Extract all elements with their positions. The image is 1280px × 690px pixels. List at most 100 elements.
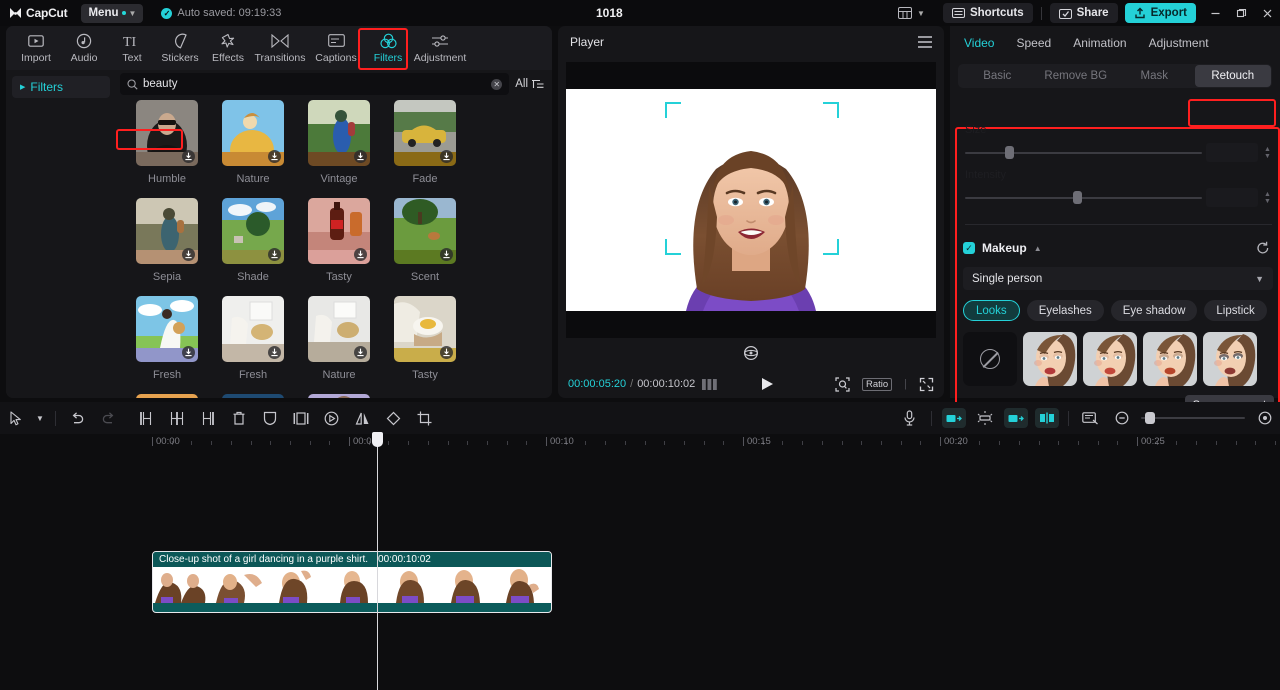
shortcuts-button[interactable]: Shortcuts (942, 3, 1033, 23)
download-icon[interactable] (268, 248, 281, 261)
export-button[interactable]: Export (1124, 3, 1196, 23)
filter-thumbnail[interactable] (136, 394, 198, 398)
minimize-button[interactable] (1202, 0, 1228, 26)
download-icon[interactable] (440, 248, 453, 261)
download-icon[interactable] (182, 248, 195, 261)
filter-cell[interactable]: Radiance (124, 394, 210, 398)
preview-icon[interactable] (1075, 403, 1106, 433)
size-stepper[interactable]: ▲ ▼ (1263, 144, 1272, 162)
layout-grid-button[interactable]: ▼ (898, 0, 925, 26)
tool-dropdown-caret-icon[interactable]: ▼ (31, 403, 49, 433)
size-slider-knob[interactable] (1005, 146, 1014, 159)
makeup-look-look-4[interactable] (1203, 332, 1257, 386)
frame-view-icon[interactable] (702, 378, 718, 390)
fullscreen-icon[interactable] (919, 377, 934, 392)
undo-icon[interactable] (62, 403, 93, 433)
download-icon[interactable] (354, 150, 367, 163)
right-tab-animation[interactable]: Animation (1073, 36, 1126, 50)
filter-cell[interactable]: Nature (210, 100, 296, 198)
download-icon[interactable] (354, 248, 367, 261)
filter-thumbnail[interactable] (136, 198, 198, 264)
filter-thumbnail[interactable] (136, 100, 198, 166)
player-menu-icon[interactable] (918, 36, 932, 48)
intensity-slider-knob[interactable] (1073, 191, 1082, 204)
segment-mask[interactable]: Mask (1116, 65, 1193, 87)
filter-cell[interactable]: Tasty (296, 198, 382, 296)
filter-thumbnail[interactable] (394, 100, 456, 166)
filter-thumbnail[interactable] (222, 394, 284, 398)
filter-cell[interactable]: Fresh (124, 296, 210, 394)
crop-icon[interactable] (409, 403, 440, 433)
filter-thumbnail[interactable] (308, 394, 370, 398)
segment-remove-bg[interactable]: Remove BG (1038, 65, 1115, 87)
download-icon[interactable] (182, 150, 195, 163)
playhead-handle[interactable] (372, 432, 383, 447)
play-button[interactable] (761, 377, 774, 391)
mirror-icon[interactable] (347, 403, 378, 433)
intensity-slider-track[interactable] (965, 197, 1202, 199)
split-icon[interactable] (161, 403, 192, 433)
makeup-look-look-3[interactable] (1143, 332, 1197, 386)
filter-cell[interactable]: Vintage (296, 100, 382, 198)
search-box[interactable]: ✕ (120, 73, 510, 95)
split-right-icon[interactable] (192, 403, 223, 433)
split-left-icon[interactable] (130, 403, 161, 433)
download-icon[interactable] (268, 346, 281, 359)
delete-icon[interactable] (223, 403, 254, 433)
zoom-in-icon[interactable] (1249, 403, 1280, 433)
filter-cell[interactable]: Scent (382, 198, 468, 296)
tab-captions[interactable]: Captions (308, 27, 364, 69)
close-button[interactable] (1254, 0, 1280, 26)
search-input[interactable] (143, 78, 487, 90)
tab-effects[interactable]: Effects (204, 27, 252, 69)
filter-cell[interactable]: Fade (382, 100, 468, 198)
size-slider-track[interactable] (965, 152, 1202, 154)
redo-icon[interactable] (93, 403, 124, 433)
filter-thumbnail[interactable] (136, 296, 198, 362)
makeup-chip-eye-shadow[interactable]: Eye shadow (1110, 300, 1198, 321)
mic-icon[interactable] (894, 403, 925, 433)
makeup-chip-eyelashes[interactable]: Eyelashes (1026, 300, 1104, 321)
segment-retouch[interactable]: Retouch (1194, 65, 1271, 87)
filter-cell[interactable]: Nature (296, 296, 382, 394)
right-tab-adjustment[interactable]: Adjustment (1149, 36, 1209, 50)
tab-audio[interactable]: Audio (60, 27, 108, 69)
menu-button[interactable]: Menu ▼ (81, 3, 144, 23)
all-filter-button[interactable]: All (515, 78, 546, 90)
tab-filters[interactable]: Filters (364, 27, 412, 69)
filter-thumbnail[interactable] (308, 296, 370, 362)
filter-cell[interactable]: Badbunny (210, 394, 296, 398)
filter-thumbnail[interactable] (394, 296, 456, 362)
clear-search-icon[interactable]: ✕ (491, 78, 503, 90)
maximize-button[interactable] (1228, 0, 1254, 26)
right-tab-video[interactable]: Video (964, 36, 994, 50)
filter-cell[interactable]: Tasty (382, 296, 468, 394)
magnet-icon[interactable] (1031, 403, 1062, 433)
reset-3d-icon[interactable] (742, 344, 760, 362)
intensity-value-box[interactable] (1206, 188, 1258, 207)
filter-thumbnail[interactable] (222, 296, 284, 362)
makeup-look-look-1[interactable] (1023, 332, 1077, 386)
filter-cell[interactable]: Humble (124, 100, 210, 198)
freeze-icon[interactable] (285, 403, 316, 433)
filter-thumbnail[interactable] (308, 100, 370, 166)
zoom-slider[interactable] (1141, 412, 1245, 424)
tab-adjustment[interactable]: Adjustment (412, 27, 468, 69)
filter-cell[interactable]: Shade (210, 198, 296, 296)
makeup-chip-looks[interactable]: Looks (963, 300, 1020, 321)
mask-icon[interactable] (254, 403, 285, 433)
makeup-chip-lipstick[interactable]: Lipstick (1204, 300, 1267, 321)
tab-text[interactable]: TI Text (108, 27, 156, 69)
download-icon[interactable] (440, 150, 453, 163)
download-icon[interactable] (354, 346, 367, 359)
filter-cell[interactable]: Fresh (210, 296, 296, 394)
download-icon[interactable] (440, 346, 453, 359)
download-icon[interactable] (182, 346, 195, 359)
tab-stickers[interactable]: Stickers (156, 27, 204, 69)
zoom-fit-icon[interactable] (835, 376, 850, 392)
speed-icon[interactable] (316, 403, 347, 433)
category-filters[interactable]: ▶ Filters (12, 76, 110, 98)
makeup-look-none[interactable] (963, 332, 1017, 386)
tab-import[interactable]: Import (12, 27, 60, 69)
filter-thumbnail[interactable] (308, 198, 370, 264)
